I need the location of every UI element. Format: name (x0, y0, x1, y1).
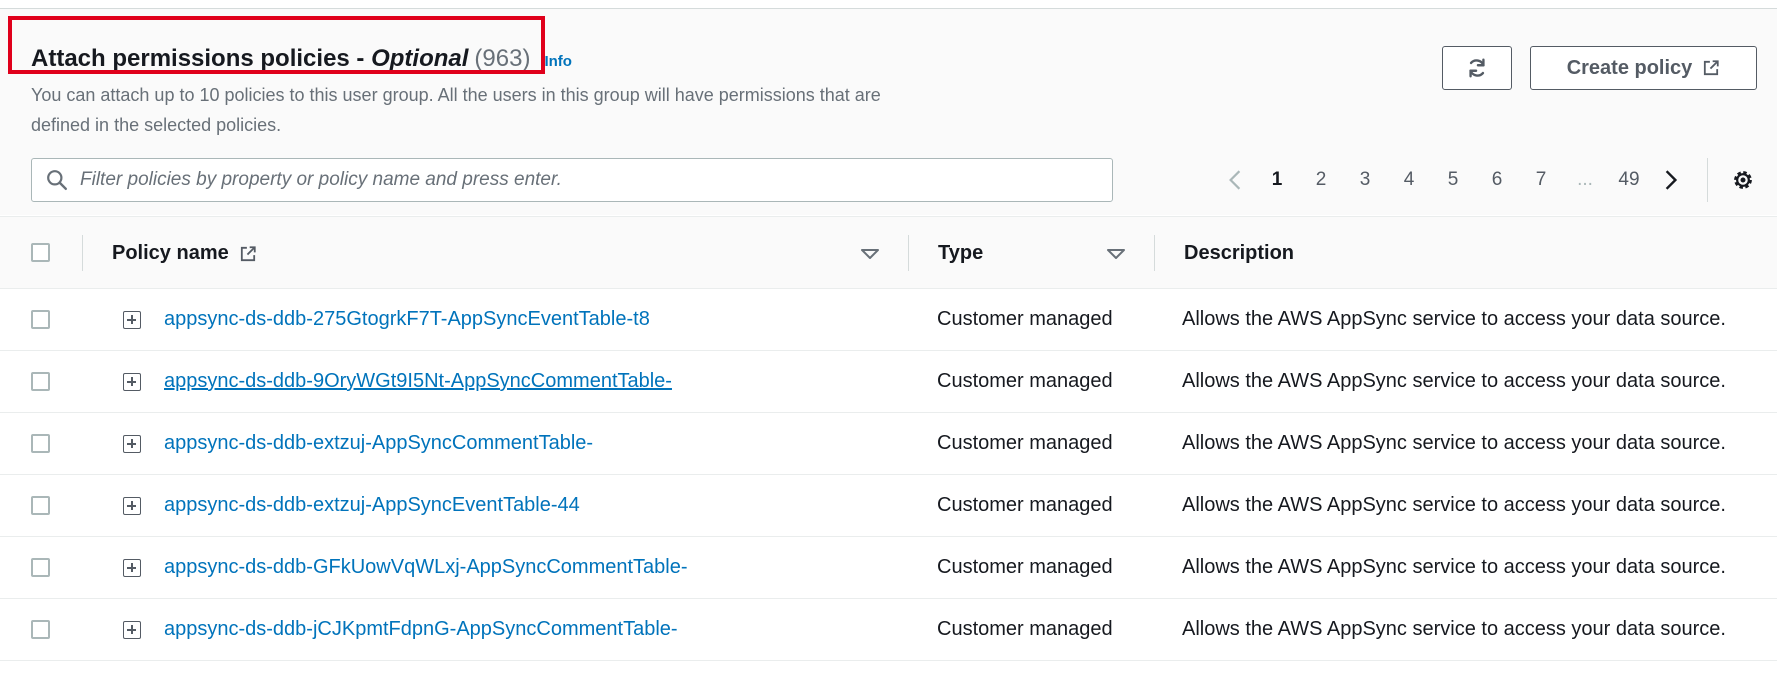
page-ellipsis: ... (1577, 169, 1593, 190)
sort-type-button[interactable] (1106, 217, 1126, 290)
type-cell: Customer managed (937, 556, 1113, 578)
caret-down-icon (861, 248, 879, 259)
policy-name-cell: appsync-ds-ddb-extzuj-AppSyncEventTable-… (164, 475, 580, 536)
caret-down-icon (1107, 248, 1125, 259)
type-cell: Customer managed (937, 618, 1113, 640)
page-last[interactable]: 49 (1607, 169, 1651, 191)
external-link-icon (1704, 60, 1719, 76)
header-divider (908, 235, 909, 271)
refresh-icon (1469, 58, 1485, 78)
search-icon (47, 170, 68, 191)
column-type[interactable]: Type (938, 217, 983, 290)
page-5[interactable]: 5 (1431, 169, 1475, 191)
page-2[interactable]: 2 (1299, 169, 1343, 191)
table-header: Policy name Type Description (0, 216, 1777, 289)
expand-row-icon[interactable] (123, 559, 141, 577)
expand-row-icon[interactable] (123, 621, 141, 639)
description-cell: Allows the AWS AppSync service to access… (1182, 618, 1726, 640)
description-cell: Allows the AWS AppSync service to access… (1182, 494, 1726, 516)
column-policy-name-label: Policy name (112, 242, 229, 264)
expand-row-icon[interactable] (123, 497, 141, 515)
row-checkbox[interactable] (31, 434, 50, 453)
search-input[interactable] (78, 168, 1082, 192)
policy-name-link[interactable]: appsync-ds-ddb-GFkUowVqWLxj-AppSyncComme… (164, 556, 688, 579)
chevron-left-icon (1229, 170, 1241, 190)
expand-row-icon[interactable] (123, 435, 141, 453)
column-type-label: Type (938, 242, 984, 264)
page-6[interactable]: 6 (1475, 169, 1519, 191)
policy-name-cell: appsync-ds-ddb-9OryWGt9I5Nt-AppSyncComme… (164, 351, 672, 412)
policy-name-cell: appsync-ds-ddb-275GtogrkF7T-AppSyncEvent… (164, 289, 650, 350)
table-row: appsync-ds-ddb-9OryWGt9I5Nt-AppSyncComme… (0, 351, 1777, 413)
external-link-icon (240, 245, 256, 261)
policy-filter[interactable] (31, 158, 1113, 202)
description-cell: Allows the AWS AppSync service to access… (1182, 308, 1726, 330)
column-policy-name[interactable]: Policy name (112, 217, 257, 290)
chevron-right-icon (1665, 170, 1678, 190)
row-checkbox[interactable] (31, 496, 50, 515)
refresh-button[interactable] (1442, 46, 1512, 90)
table-row: appsync-ds-ddb-jCJKpmtFdpnG-AppSyncComme… (0, 599, 1777, 661)
header-divider (1154, 235, 1155, 271)
table-row: appsync-ds-ddb-extzuj-AppSyncCommentTabl… (0, 413, 1777, 475)
next-page-button[interactable] (1651, 163, 1691, 197)
policy-name-cell: appsync-ds-ddb-jCJKpmtFdpnG-AppSyncComme… (164, 599, 678, 660)
policy-name-link[interactable]: appsync-ds-ddb-extzuj-AppSyncEventTable-… (164, 494, 580, 517)
description-cell: Allows the AWS AppSync service to access… (1182, 370, 1726, 392)
column-description-label: Description (1184, 242, 1295, 264)
expand-row-icon[interactable] (123, 311, 141, 329)
policy-name-link[interactable]: appsync-ds-ddb-275GtogrkF7T-AppSyncEvent… (164, 308, 650, 331)
prev-page-button[interactable] (1215, 163, 1255, 197)
pagination-divider (1707, 158, 1708, 202)
gear-icon[interactable] (1730, 167, 1756, 193)
row-checkbox[interactable] (31, 558, 50, 577)
select-all-checkbox[interactable] (31, 243, 50, 262)
description-cell: Allows the AWS AppSync service to access… (1182, 556, 1726, 578)
type-cell: Customer managed (937, 494, 1113, 516)
type-cell: Customer managed (937, 432, 1113, 454)
create-policy-button[interactable]: Create policy (1530, 46, 1757, 90)
create-policy-label: Create policy (1566, 56, 1693, 79)
row-checkbox[interactable] (31, 620, 50, 639)
policy-name-link[interactable]: appsync-ds-ddb-extzuj-AppSyncCommentTabl… (164, 432, 593, 455)
info-link[interactable]: Info (544, 53, 572, 70)
policy-name-link[interactable]: appsync-ds-ddb-9OryWGt9I5Nt-AppSyncComme… (164, 370, 672, 393)
row-checkbox[interactable] (31, 310, 50, 329)
table-row: appsync-ds-ddb-extzuj-AppSyncEventTable-… (0, 475, 1777, 537)
row-checkbox[interactable] (31, 372, 50, 391)
policy-name-cell: appsync-ds-ddb-GFkUowVqWLxj-AppSyncComme… (164, 537, 688, 598)
type-cell: Customer managed (937, 308, 1113, 330)
expand-row-icon[interactable] (123, 373, 141, 391)
page-3[interactable]: 3 (1343, 169, 1387, 191)
table-row: appsync-ds-ddb-GFkUowVqWLxj-AppSyncComme… (0, 537, 1777, 599)
description-cell: Allows the AWS AppSync service to access… (1182, 432, 1726, 454)
header-description: You can attach up to 10 policies to this… (31, 85, 881, 135)
policy-name-link[interactable]: appsync-ds-ddb-jCJKpmtFdpnG-AppSyncComme… (164, 618, 678, 641)
page-7[interactable]: 7 (1519, 169, 1563, 191)
page-4[interactable]: 4 (1387, 169, 1431, 191)
policy-name-cell: appsync-ds-ddb-extzuj-AppSyncCommentTabl… (164, 413, 593, 474)
type-cell: Customer managed (937, 370, 1113, 392)
column-description: Description (1184, 217, 1294, 290)
title-highlight-box (8, 16, 545, 74)
pagination: 1 2 3 4 5 6 7 ... 49 (1215, 158, 1756, 202)
page-1[interactable]: 1 (1255, 169, 1299, 191)
header-divider (82, 235, 83, 271)
table-row: appsync-ds-ddb-275GtogrkF7T-AppSyncEvent… (0, 289, 1777, 351)
sort-policy-name-button[interactable] (860, 217, 880, 290)
